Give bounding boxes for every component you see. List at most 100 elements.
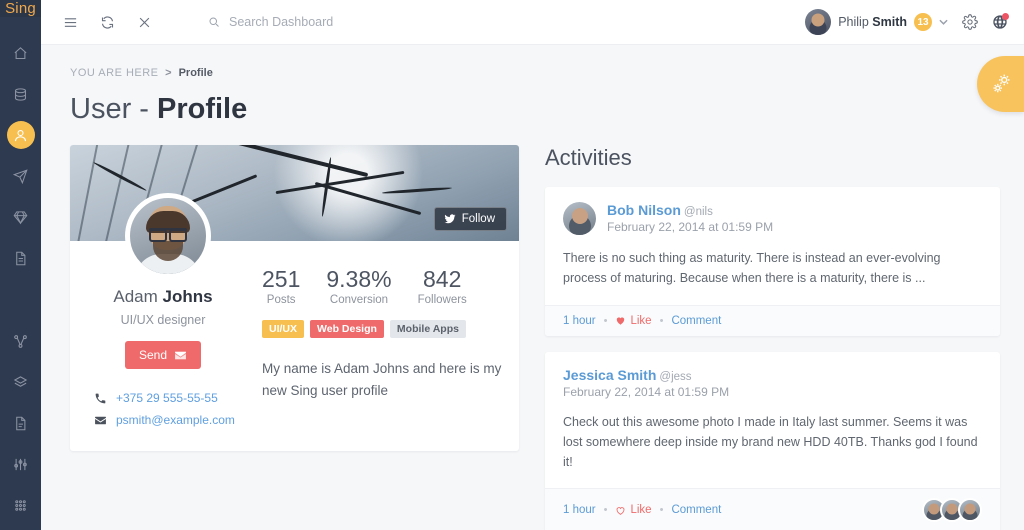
sliders-icon: [13, 457, 28, 472]
follow-button[interactable]: Follow: [433, 207, 507, 231]
stat-label: Followers: [417, 294, 467, 307]
sidebar-item-database[interactable]: [7, 80, 35, 108]
avatar[interactable]: [958, 498, 982, 523]
activity-handle: @nils: [683, 206, 713, 218]
like-button[interactable]: Like: [615, 504, 652, 517]
settings-panel-toggle[interactable]: [977, 56, 1024, 112]
hamburger-icon[interactable]: [63, 15, 78, 30]
avatar: [805, 9, 832, 35]
comment-button[interactable]: Comment: [671, 504, 721, 516]
close-icon[interactable]: [137, 15, 152, 30]
document-icon: [13, 251, 28, 266]
sidebar-item-home[interactable]: [7, 39, 35, 67]
sidebar-item-grid[interactable]: [7, 491, 35, 519]
like-button[interactable]: Like: [615, 314, 652, 327]
activity-header: Jessica Smith @jess February 22, 2014 at …: [545, 352, 1000, 399]
gears-icon: [988, 71, 1014, 97]
sidebar-item-diamond[interactable]: [7, 203, 35, 231]
dot-separator: •: [659, 314, 664, 327]
activity-text: There is no such thing as maturity. Ther…: [563, 251, 941, 286]
twitter-icon: [444, 213, 456, 225]
send-label: Send: [138, 348, 168, 362]
activity-text: Check out this awesome photo I made in I…: [563, 414, 978, 470]
chevron-down-icon[interactable]: [939, 17, 948, 28]
activity-time-ago: 1 hour: [563, 314, 596, 327]
sidebar-item-layers[interactable]: [7, 368, 35, 396]
sidebar-item-forms[interactable]: [7, 409, 35, 437]
app-root: Sing Search Dashboard Philip Smith 13 YO…: [0, 0, 1024, 530]
stat-value: 842: [423, 266, 462, 292]
contact-list: +375 29 555-55-55 psmith@example.com: [70, 391, 256, 427]
home-icon: [13, 46, 28, 61]
profile-card: Follow Adam Johns UI/UX designer Send +3…: [70, 145, 519, 451]
share-nodes-icon: [13, 334, 28, 349]
activity-header: Bob Nilson @nils February 22, 2014 at 01:…: [545, 187, 1000, 235]
liker-avatar-group: [922, 498, 982, 523]
grid-icon: [13, 498, 28, 513]
profile-body: Adam Johns UI/UX designer Send +375 29 5…: [70, 193, 519, 451]
activity-meta: Bob Nilson @nils February 22, 2014 at 01:…: [607, 202, 773, 235]
app-logo[interactable]: Sing: [0, 0, 41, 17]
breadcrumb-prefix: YOU ARE HERE: [70, 67, 159, 79]
notification-badge: 13: [914, 13, 932, 31]
dot-separator: •: [603, 504, 608, 517]
sidebar-item-send[interactable]: [7, 162, 35, 190]
stat-conversion: 9.38% Conversion: [326, 267, 391, 306]
envelope-icon: [94, 414, 107, 427]
user-menu[interactable]: Philip Smith 13: [805, 9, 948, 35]
sidebar-item-sliders[interactable]: [7, 450, 35, 478]
gear-icon[interactable]: [962, 14, 978, 30]
globe-icon[interactable]: [992, 13, 1009, 30]
breadcrumb-separator: >: [165, 67, 173, 79]
comment-button[interactable]: Comment: [671, 315, 721, 327]
cover-detail: [314, 181, 422, 216]
globe-notification-dot: [1002, 13, 1009, 20]
user-name: Philip Smith: [838, 15, 907, 29]
phone-icon: [94, 392, 107, 405]
profile-column: Follow Adam Johns UI/UX designer Send +3…: [70, 145, 519, 530]
stat-value: 251: [262, 266, 301, 292]
paper-plane-icon: [13, 168, 28, 184]
search-box[interactable]: [208, 15, 449, 29]
phone-link[interactable]: +375 29 555-55-55: [116, 391, 218, 405]
like-label: Like: [630, 504, 652, 517]
profile-avatar: [125, 193, 211, 279]
activity-footer: 1 hour • Like • Comment: [545, 304, 1000, 336]
dot-separator: •: [659, 504, 664, 517]
stat-label: Posts: [266, 294, 296, 307]
breadcrumb-current[interactable]: Profile: [179, 67, 213, 79]
activities-column: Activities Bob Nilson @nils February 22, …: [545, 145, 1000, 530]
tag-mobile-apps[interactable]: Mobile Apps: [389, 320, 466, 339]
activity-footer: 1 hour • Like • Comment: [545, 488, 1000, 530]
page-title: User - Profile: [70, 93, 248, 125]
activity-author[interactable]: Jessica Smith @jess: [563, 367, 729, 383]
cover-detail: [70, 145, 102, 241]
heart-outline-icon: [615, 505, 626, 516]
tag-web-design[interactable]: Web Design: [310, 320, 384, 339]
sidebar-item-pages[interactable]: [7, 244, 35, 272]
avatar-detail: [149, 228, 187, 243]
tag-uiux[interactable]: UI/UX: [262, 320, 305, 339]
sidebar-item-user[interactable]: [6, 121, 35, 149]
file-icon: [13, 416, 28, 431]
email-link[interactable]: psmith@example.com: [116, 413, 235, 427]
contact-email-row: psmith@example.com: [94, 413, 256, 427]
follow-label: Follow: [461, 213, 495, 225]
activity-handle: @jess: [659, 370, 692, 383]
activity-date: February 22, 2014 at 01:59 PM: [563, 384, 730, 399]
stat-label: Conversion: [329, 294, 389, 307]
sidebar-nav: [0, 17, 41, 530]
send-button[interactable]: Send: [124, 341, 202, 369]
like-label: Like: [630, 314, 652, 327]
search-input[interactable]: [229, 15, 449, 29]
activity-author[interactable]: Bob Nilson @nils: [607, 202, 773, 218]
tag-list: UI/UX Web Design Mobile Apps: [262, 320, 505, 339]
sidebar: Sing: [0, 0, 41, 530]
database-icon: [13, 87, 28, 102]
activity-date: February 22, 2014 at 01:59 PM: [607, 220, 774, 234]
cover-detail: [221, 145, 369, 178]
profile-role: UI/UX designer: [120, 313, 206, 327]
activities-title: Activities: [545, 145, 632, 170]
refresh-icon[interactable]: [100, 15, 115, 30]
sidebar-item-network[interactable]: [7, 327, 35, 355]
